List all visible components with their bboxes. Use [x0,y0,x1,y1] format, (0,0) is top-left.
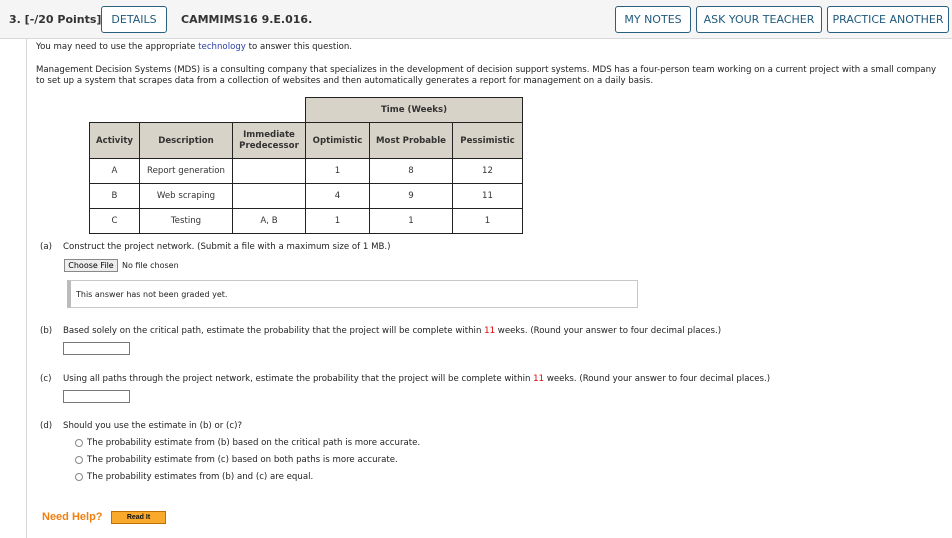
technology-link[interactable]: technology [198,42,246,52]
part-c-label: (c) [40,374,52,384]
description-cell: Web scraping [139,183,233,209]
part-c-answer-input[interactable] [63,390,130,403]
question-header: 3. [-/20 Points] DETAILS CAMMIMS16 9.E.0… [0,0,952,39]
practice-another-button[interactable]: PRACTICE ANOTHER [827,6,949,33]
part-a-label: (a) [40,242,52,252]
option-b-label[interactable]: The probability estimate from (b) based … [87,438,420,449]
option-equal-label[interactable]: The probability estimates from (b) and (… [87,472,313,483]
activity-cell: C [89,208,140,234]
option-equal-radio[interactable] [75,473,83,481]
predecessor-cell [232,158,306,184]
part-c-text-before: Using all paths through the project netw… [63,374,534,384]
table-row: A Report generation 1 8 12 [89,158,523,184]
read-it-button[interactable]: Read It [111,511,166,524]
col-activity: Activity [89,122,140,159]
time-weeks-header: Time (Weeks) [305,97,523,123]
most-probable-cell: 1 [369,208,453,234]
part-d-text: Should you use the estimate in (b) or (c… [63,421,243,431]
activity-cell: B [89,183,140,209]
details-button[interactable]: DETAILS [101,6,167,33]
part-d-label: (d) [40,421,53,431]
activity-table: Time (Weeks) Activity Description Immedi… [89,97,523,234]
activity-cell: A [89,158,140,184]
predecessor-cell: A, B [232,208,306,234]
part-b-weeks: 11 [484,326,496,336]
content-left-border [26,39,27,538]
option-c-label[interactable]: The probability estimate from (c) based … [87,455,398,466]
ask-your-teacher-button[interactable]: ASK YOUR TEACHER [696,6,822,33]
optimistic-cell: 1 [305,158,370,184]
part-b-answer-input[interactable] [63,342,130,355]
col-pessimistic: Pessimistic [452,122,523,159]
part-b-text-before: Based solely on the critical path, estim… [63,326,485,336]
problem-text-line2: to set up a system that scrapes data fro… [36,76,654,86]
file-status: No file chosen [122,261,179,270]
part-c-text-after: weeks. (Round your answer to four decima… [544,374,771,384]
description-cell: Report generation [139,158,233,184]
choose-file-button[interactable]: Choose File [64,259,118,272]
pessimistic-cell: 12 [452,158,523,184]
option-c-radio[interactable] [75,456,83,464]
col-most-probable: Most Probable [369,122,453,159]
part-c-text: Using all paths through the project netw… [63,374,770,385]
part-b-text-after: weeks. (Round your answer to four decima… [495,326,722,336]
optimistic-cell: 4 [305,183,370,209]
col-immediate-predecessor: Immediate Predecessor [232,122,306,159]
graded-status-text: This answer has not been graded yet. [76,290,228,299]
option-b-radio[interactable] [75,439,83,447]
most-probable-cell: 9 [369,183,453,209]
pessimistic-cell: 1 [452,208,523,234]
technology-note-prefix: You may need to use the appropriate [36,42,199,52]
optimistic-cell: 1 [305,208,370,234]
problem-text-line1: Management Decision Systems (MDS) is a c… [36,65,937,75]
col-optimistic: Optimistic [305,122,370,159]
part-a-text: Construct the project network. (Submit a… [63,242,391,252]
part-b-label: (b) [40,326,53,336]
description-cell: Testing [139,208,233,234]
table-blank-cell [90,98,306,123]
need-help-label: Need Help? [42,511,103,523]
technology-note: You may need to use the appropriate tech… [36,42,352,53]
most-probable-cell: 8 [369,158,453,184]
technology-note-suffix: to answer this question. [245,42,353,52]
table-row: C Testing A, B 1 1 1 [89,208,523,234]
col-description: Description [139,122,233,159]
graded-status-box: This answer has not been graded yet. [67,280,638,308]
question-code: CAMMIMS16 9.E.016. [181,13,313,26]
predecessor-cell [232,183,306,209]
table-row: B Web scraping 4 9 11 [89,183,523,209]
my-notes-button[interactable]: MY NOTES [615,6,691,33]
pessimistic-cell: 11 [452,183,523,209]
question-number: 3. [-/20 Points] [9,13,102,26]
part-c-weeks: 11 [533,374,545,384]
part-b-text: Based solely on the critical path, estim… [63,326,721,337]
